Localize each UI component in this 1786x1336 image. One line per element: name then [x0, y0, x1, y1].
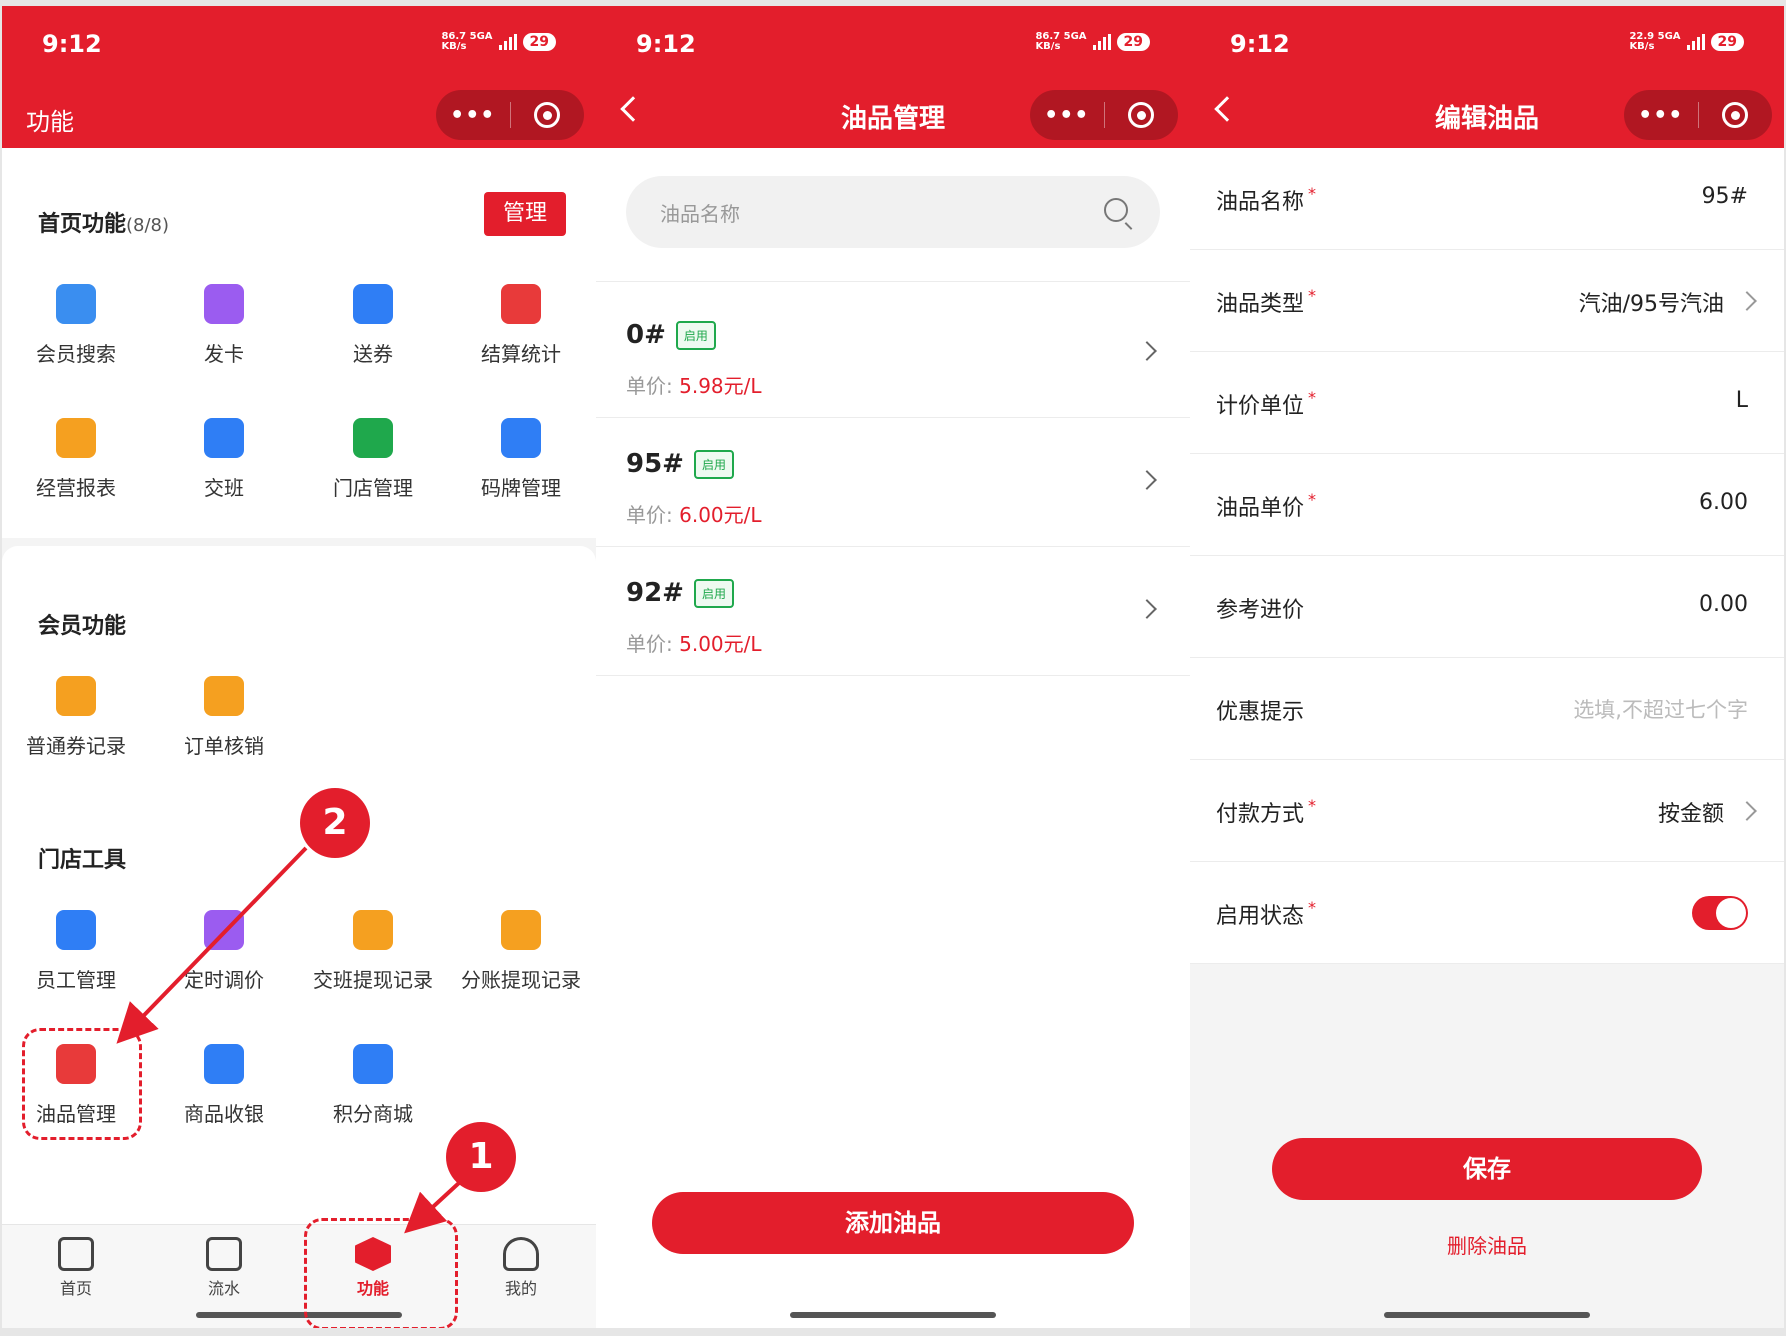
oil-row[interactable]: 0# 启用单价: 5.98元/L [596, 290, 1190, 418]
field-label: 计价单位 * [1216, 388, 1317, 419]
field-label: 参考进价 [1216, 598, 1305, 623]
form-row[interactable]: 油品类型 * 汽油/95号汽油 [1190, 250, 1784, 352]
status-badge: 启用 [675, 321, 716, 350]
form-row[interactable]: 参考进价 0.00 [1190, 556, 1784, 658]
edit-fuel-screen: 9:12 22.9 5GA KB/s 29 编辑油品 ••• 油品名称 * 95# 油品… [1190, 6, 1784, 1328]
form-row[interactable]: 油品单价 * 6.00 [1190, 454, 1784, 556]
search-input[interactable]: 油品名称 [660, 198, 740, 227]
top-bar: 9:12 86.7 5GA KB/s 29 油品管理 ••• [596, 6, 1190, 148]
more-icon[interactable]: ••• [1030, 103, 1104, 128]
promo-hint-input[interactable]: 选填,不超过七个字 [1573, 694, 1748, 724]
signal-icon [1092, 34, 1111, 50]
home-indicator [790, 1312, 996, 1318]
form-row[interactable]: 计价单位 * L [1190, 352, 1784, 454]
chevron-right-icon [1137, 470, 1157, 490]
chevron-right-icon [1737, 291, 1757, 311]
form-row[interactable]: 启用状态 * [1190, 862, 1784, 964]
function-screen: 9:12 86.7 5GA KB/s 29 功能 ••• 首页功能(8/8) 管理… [2, 6, 596, 1328]
battery-icon: 29 [1116, 33, 1150, 51]
field-label: 油品单价 * [1216, 490, 1317, 521]
battery-icon: 29 [1710, 33, 1744, 51]
home-indicator [1384, 1312, 1590, 1318]
required-mark: * [1308, 286, 1317, 305]
form-row[interactable]: 油品名称 * 95# [1190, 148, 1784, 250]
field-value[interactable]: 95# [1702, 184, 1748, 209]
enable-toggle[interactable] [1692, 896, 1748, 930]
field-value[interactable]: L [1736, 388, 1748, 413]
status-badge: 启用 [693, 579, 734, 608]
oil-name: 92# 启用 [626, 578, 734, 608]
form-row[interactable]: 优惠提示 选填,不超过七个字 [1190, 658, 1784, 760]
required-mark: * [1308, 796, 1317, 815]
oil-price: 单价: 5.98元/L [626, 374, 762, 398]
status-indicators: 86.7 5GA KB/s 29 [1035, 32, 1150, 52]
field-value[interactable]: 0.00 [1699, 592, 1748, 617]
field-label: 启用状态 * [1216, 898, 1317, 929]
oil-price: 单价: 5.00元/L [626, 632, 762, 656]
delete-fuel-link[interactable]: 删除油品 [1190, 1230, 1784, 1259]
fuel-management-screen: 9:12 86.7 5GA KB/s 29 油品管理 ••• 油品名称 0# 启用单… [596, 6, 1190, 1328]
field-label: 油品名称 * [1216, 184, 1317, 215]
signal-icon [1686, 34, 1705, 50]
field-value[interactable]: 汽油/95号汽油 [1579, 286, 1724, 318]
chevron-right-icon [1137, 341, 1157, 361]
search-icon[interactable] [1104, 198, 1128, 222]
status-time: 9:12 [1230, 30, 1290, 58]
chevron-right-icon [1137, 599, 1157, 619]
net-speed: 22.9 5GA KB/s [1629, 31, 1681, 52]
close-capsule-icon[interactable] [1105, 102, 1179, 128]
more-icon[interactable]: ••• [1624, 103, 1698, 128]
top-bar: 9:12 22.9 5GA KB/s 29 编辑油品 ••• [1190, 6, 1784, 148]
field-label: 油品类型 * [1216, 286, 1317, 317]
screenshot-composite: 9:12 86.7 5GA KB/s 29 功能 ••• 首页功能(8/8) 管理… [0, 0, 1786, 1336]
field-label: 付款方式 * [1216, 796, 1317, 827]
field-value[interactable]: 按金额 [1658, 796, 1724, 828]
oil-price: 单价: 6.00元/L [626, 503, 762, 527]
net-speed: 86.7 5GA KB/s [1035, 31, 1087, 52]
required-mark: * [1308, 388, 1317, 407]
add-fuel-button[interactable]: 添加油品 [652, 1192, 1134, 1254]
mini-program-capsule: ••• [1030, 90, 1178, 140]
search-bar[interactable]: 油品名称 [626, 176, 1160, 248]
form-row[interactable]: 付款方式 * 按金额 [1190, 760, 1784, 862]
status-badge: 启用 [693, 450, 734, 479]
required-mark: * [1308, 184, 1317, 203]
oil-row[interactable]: 92# 启用单价: 5.00元/L [596, 548, 1190, 676]
callout-arrows [116, 846, 462, 1234]
field-label: 优惠提示 [1216, 700, 1305, 725]
oil-row[interactable]: 95# 启用单价: 6.00元/L [596, 419, 1190, 547]
status-indicators: 22.9 5GA KB/s 29 [1629, 32, 1744, 52]
required-mark: * [1308, 490, 1317, 509]
mini-program-capsule: ••• [1624, 90, 1772, 140]
chevron-right-icon [1737, 801, 1757, 821]
close-capsule-icon[interactable] [1699, 102, 1773, 128]
required-mark: * [1308, 898, 1317, 917]
oil-name: 0# 启用 [626, 320, 716, 350]
field-value[interactable]: 6.00 [1699, 490, 1748, 515]
save-button[interactable]: 保存 [1272, 1138, 1702, 1200]
oil-name: 95# 启用 [626, 449, 734, 479]
status-time: 9:12 [636, 30, 696, 58]
